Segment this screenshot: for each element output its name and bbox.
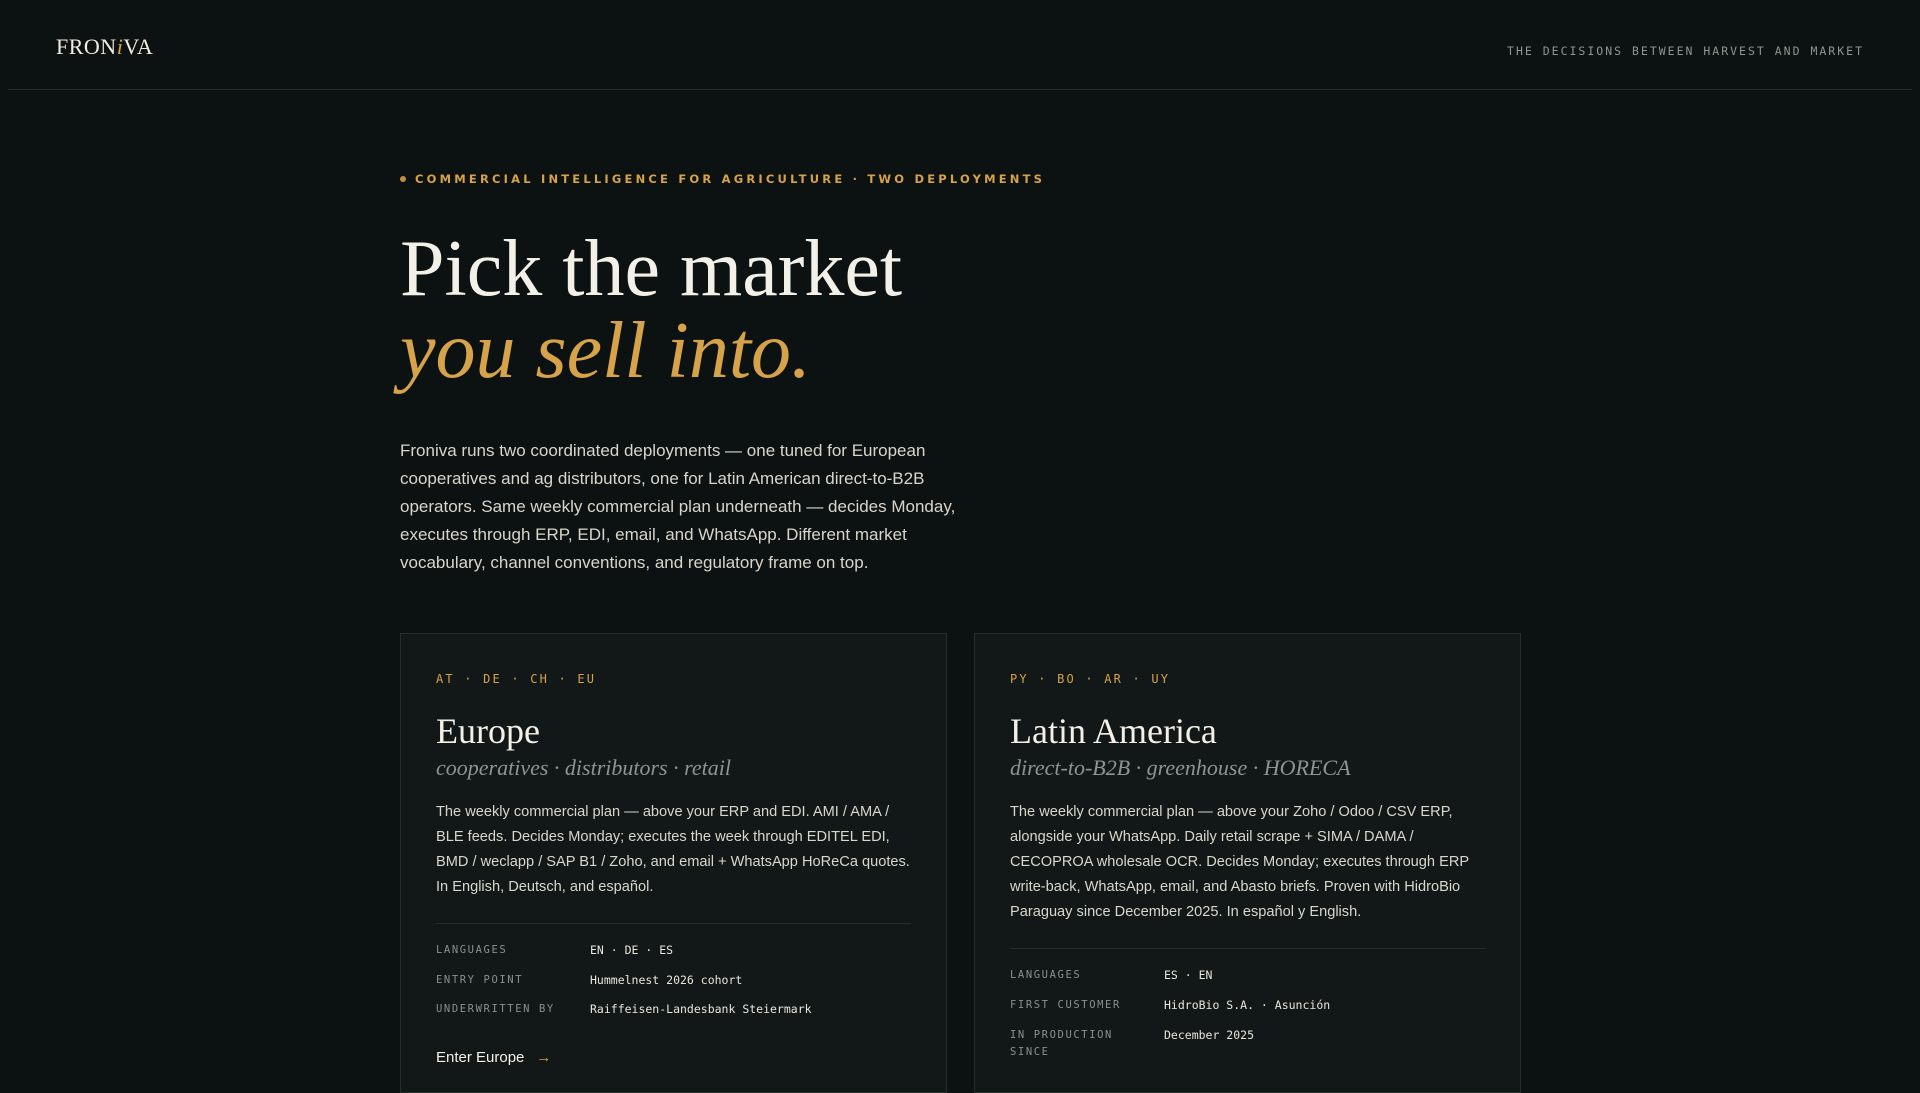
eyebrow-text: COMMERCIAL INTELLIGENCE FOR AGRICULTURE … [415, 172, 1046, 186]
meta-value: December 2025 [1164, 1028, 1255, 1042]
card-europe[interactable]: AT · DE · CH · EU Europe cooperatives · … [400, 633, 947, 1093]
eyebrow-dot-icon [400, 176, 406, 182]
country-codes: AT · DE · CH · EU [436, 672, 597, 686]
meta-key: UNDERWRITTEN BY [436, 1003, 555, 1015]
divider [1010, 948, 1485, 949]
meta-value: ES · EN [1164, 968, 1213, 982]
logo[interactable]: FRONiVA [56, 34, 153, 60]
region-description: The weekly commercial plan — above your … [436, 804, 910, 895]
logo-text-post: VA [123, 34, 154, 59]
logo-text-pre: FRON [56, 34, 117, 59]
meta-key: LANGUAGES [1010, 969, 1082, 981]
region-subtitle: cooperatives · distributors · retail [436, 755, 731, 780]
meta-value: HidroBio S.A. · Asunción [1164, 998, 1331, 1012]
hero-eyebrow: COMMERCIAL INTELLIGENCE FOR AGRICULTURE … [400, 172, 1045, 186]
meta-value: Raiffeisen-Landesbank Steiermark [590, 1002, 812, 1016]
region-title: Europe [436, 711, 540, 751]
country-codes: PY · BO · AR · UY [1010, 672, 1171, 686]
meta-key: LANGUAGES [436, 944, 508, 956]
meta-key: FIRST CUSTOMER [1010, 999, 1121, 1011]
region-title: Latin America [1010, 711, 1217, 751]
hero-lede: Froniva runs two coordinated deployments… [400, 441, 956, 572]
enter-europe-link[interactable]: Enter Europe → [436, 1049, 551, 1066]
card-latin-america[interactable]: PY · BO · AR · UY Latin America direct-t… [974, 633, 1521, 1093]
hero-title: Pick the market you sell into. [400, 228, 902, 392]
top-bar: FRONiVA THE DECISIONS BETWEEN HARVEST AN… [8, 0, 1912, 90]
region-subtitle: direct-to-B2B · greenhouse · HORECA [1010, 755, 1351, 780]
enter-europe-label: Enter Europe [436, 1049, 525, 1066]
hero-title-line1: Pick the market [400, 225, 903, 313]
meta-value: EN · DE · ES [590, 943, 674, 957]
arrow-right-icon: → [536, 1049, 552, 1066]
meta-key: IN PRODUCTION SINCE [1010, 1029, 1113, 1058]
hero-title-line2: you sell into. [400, 307, 812, 395]
meta-key: ENTRY POINT [436, 974, 524, 986]
region-description: The weekly commercial plan — above your … [1010, 804, 1469, 920]
header-tagline: THE DECISIONS BETWEEN HARVEST AND MARKET [1507, 44, 1864, 58]
divider [436, 923, 911, 924]
meta-value: Hummelnest 2026 cohort [590, 973, 743, 987]
